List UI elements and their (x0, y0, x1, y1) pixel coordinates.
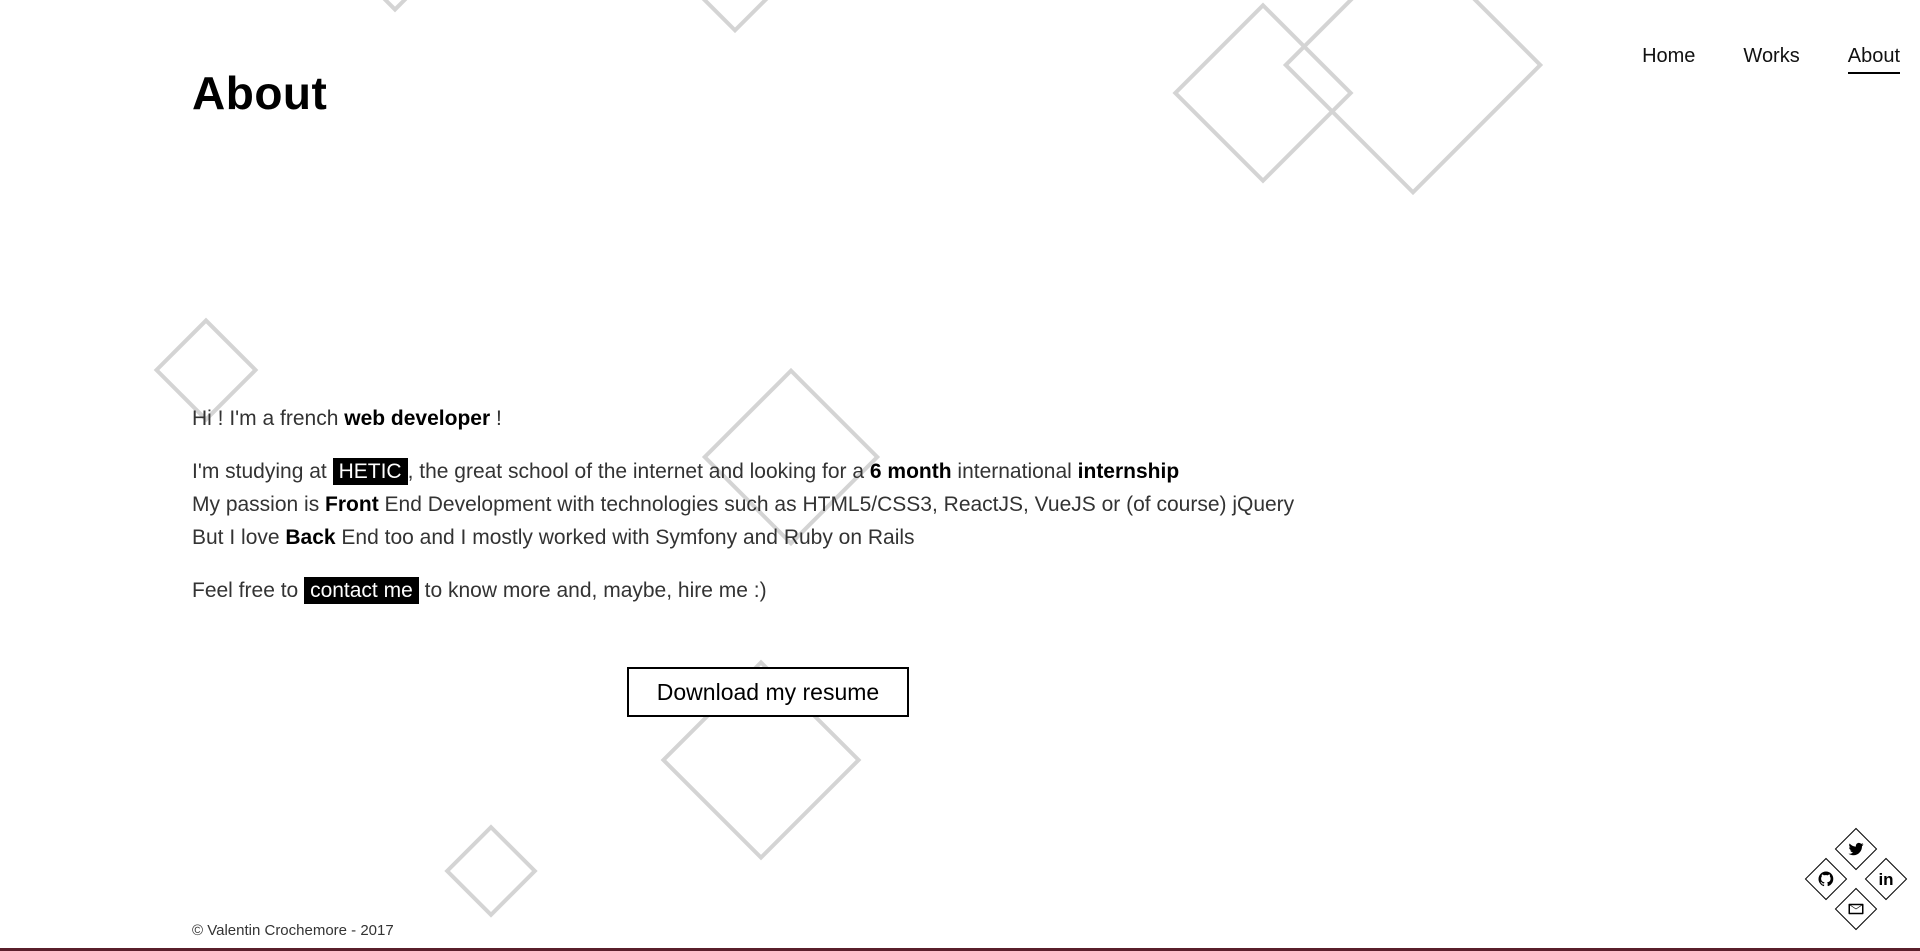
twitter-icon (1842, 835, 1870, 863)
backend-text: But I love (192, 526, 286, 549)
contact-paragraph: Feel free to contact me to know more and… (192, 574, 1492, 607)
mail-icon (1842, 895, 1870, 923)
hetic-link[interactable]: HETIC (332, 458, 408, 485)
intro-text-end: ! (490, 407, 502, 430)
twitter-link[interactable] (1834, 827, 1878, 871)
intro-paragraph: Hi ! I'm a french web developer ! (192, 402, 1492, 435)
backend-text-end: End too and I mostly worked with Symfony… (335, 526, 915, 549)
page-title: About (192, 67, 328, 119)
contact-me-link[interactable]: contact me (304, 577, 419, 604)
bg-diamond (444, 824, 538, 918)
intro-text: Hi ! I'm a french (192, 407, 345, 430)
internship-highlight: internship (1077, 460, 1180, 483)
footer-copyright: © Valentin Crochemore - 2017 (192, 922, 394, 939)
linkedin-link[interactable]: in (1864, 857, 1908, 901)
github-link[interactable] (1804, 857, 1848, 901)
about-content: Hi ! I'm a french web developer ! I'm st… (192, 402, 1492, 607)
passion-text-end: End Development with technologies such a… (378, 493, 1295, 516)
front-highlight: Front (325, 493, 379, 516)
web-developer-highlight: web developer (344, 407, 491, 430)
bg-diamond (696, 0, 774, 34)
github-icon (1812, 865, 1840, 893)
nav-works[interactable]: Works (1743, 44, 1799, 74)
download-resume-button[interactable]: Download my resume (627, 667, 909, 717)
passion-text: My passion is (192, 493, 326, 516)
bg-diamond (1172, 2, 1354, 184)
page: About Home Works About Hi ! I'm a french… (0, 0, 1920, 951)
mail-link[interactable] (1834, 887, 1878, 931)
nav-about[interactable]: About (1847, 44, 1900, 74)
nav-home[interactable]: Home (1642, 44, 1695, 74)
study-text-mid: , the great school of the internet and l… (407, 460, 870, 483)
study-text-mid2: international (951, 460, 1078, 483)
contact-text: Feel free to (192, 579, 305, 602)
duration-highlight: 6 month (869, 460, 952, 483)
contact-text-end: to know more and, maybe, hire me :) (418, 579, 767, 602)
backend-paragraph: But I love Back End too and I mostly wor… (192, 521, 1492, 554)
linkedin-icon: in (1872, 865, 1900, 893)
back-highlight: Back (285, 526, 336, 549)
bg-diamond (342, 0, 448, 13)
main-nav: Home Works About (1594, 44, 1900, 74)
linkedin-icon-text: in (1878, 869, 1894, 889)
social-links: in (1797, 827, 1917, 948)
study-text: I'm studying at (192, 460, 333, 483)
study-paragraph: I'm studying at HETIC, the great school … (192, 455, 1492, 488)
passion-paragraph: My passion is Front End Development with… (192, 488, 1492, 521)
bg-diamond (1282, 0, 1544, 196)
